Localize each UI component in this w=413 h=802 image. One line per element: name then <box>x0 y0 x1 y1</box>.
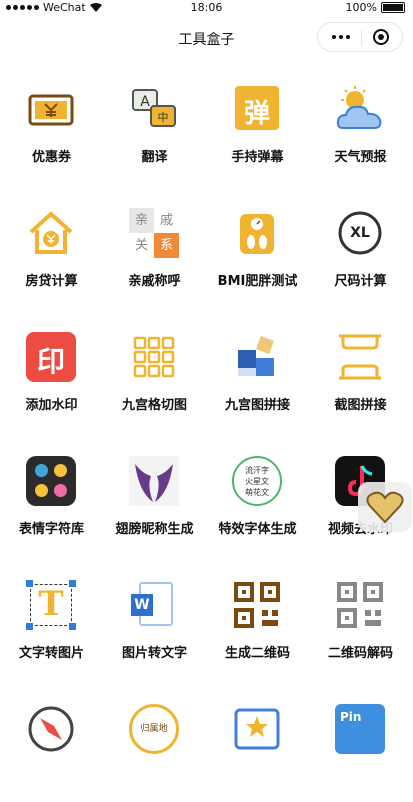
tool-label: 特效字体生成 <box>218 522 297 537</box>
tool-size[interactable]: XL 尺码计算 <box>309 186 412 306</box>
text-to-image-icon: T <box>26 580 76 630</box>
tool-label: 手持弹幕 <box>231 150 284 165</box>
tool-row: 印 添加水印 九宫格切图 九宫图拼接 截图拼接 <box>0 310 413 430</box>
tool-emoji[interactable]: 表情字符库 <box>0 434 103 554</box>
tool-label: 表情字符库 <box>18 522 84 537</box>
tool-label: 图片转文字 <box>121 646 187 661</box>
tool-label: 亲戚称呼 <box>128 274 181 289</box>
tool-qr-generate[interactable]: 生成二维码 <box>206 558 309 678</box>
capsule-divider <box>361 30 362 46</box>
more-icon[interactable] <box>332 35 350 39</box>
tool-bmi[interactable]: BMI肥胖测试 <box>206 186 309 306</box>
tool-danmu[interactable]: 弹 手持弹幕 <box>206 62 309 182</box>
miniprogram-capsule <box>317 22 403 52</box>
location-icon: 归属地 <box>129 704 179 754</box>
tool-row: 归属地 Pin <box>0 682 413 802</box>
tool-weather[interactable]: 天气预报 <box>309 62 412 182</box>
tool-row: 房贷计算 亲 戚 关 系 亲戚称呼 BMI肥胖测试 XL 尺码计算 <box>0 186 413 306</box>
qr-decode-icon <box>337 582 383 628</box>
floating-favorite-button[interactable] <box>358 482 412 532</box>
emoji-icon <box>26 456 76 506</box>
tool-row: T 文字转图片 W 图片转文字 生成二维码 二维码解码 <box>0 558 413 678</box>
image-to-text-icon: W <box>129 580 179 630</box>
tool-label: BMI肥胖测试 <box>217 274 298 289</box>
tool-nine-grid[interactable]: 九宫格切图 <box>103 310 206 430</box>
tool-house-loan[interactable]: 房贷计算 <box>0 186 103 306</box>
tool-compass[interactable] <box>0 682 103 802</box>
close-icon[interactable] <box>373 29 389 45</box>
battery-area: 100% <box>346 1 405 14</box>
tool-row: 表情字符库 翅膀昵称生成 流汗字 火星文 萌花文 特效字体生成 <box>0 434 413 554</box>
battery-level: 100% <box>345 1 377 14</box>
tool-translate[interactable]: A 中 翻译 <box>103 62 206 182</box>
house-loan-icon <box>29 211 73 254</box>
screenshot-join-icon <box>339 334 381 380</box>
heart-icon <box>366 491 404 524</box>
tool-qr-decode[interactable]: 二维码解码 <box>309 558 412 678</box>
pinyin-icon: Pin <box>335 704 385 754</box>
puzzle-icon <box>238 336 274 376</box>
watermark-icon: 印 <box>26 332 76 382</box>
tool-location[interactable]: 归属地 <box>103 682 206 802</box>
translate-icon: A 中 <box>132 89 176 127</box>
navbar: 工具盒子 <box>0 18 413 58</box>
svg-text:中: 中 <box>158 111 169 124</box>
nine-grid-icon <box>133 336 175 378</box>
weather-icon <box>336 86 382 129</box>
svg-text:XL: XL <box>350 225 370 241</box>
tool-screenshot-join[interactable]: 截图拼接 <box>309 310 412 430</box>
tool-label: 房贷计算 <box>25 274 78 289</box>
tool-relatives[interactable]: 亲 戚 关 系 亲戚称呼 <box>103 186 206 306</box>
tool-label: 截图拼接 <box>334 398 387 413</box>
bmi-scale-icon <box>240 214 274 254</box>
coupon-icon <box>28 94 74 126</box>
tool-coupon[interactable]: 优惠券 <box>0 62 103 182</box>
tool-row: 优惠券 A 中 翻译 弹 手持弹幕 天气预报 <box>0 62 413 182</box>
tool-label: 九宫格切图 <box>121 398 187 413</box>
tool-label: 尺码计算 <box>334 274 387 289</box>
tool-image-to-text[interactable]: W 图片转文字 <box>103 558 206 678</box>
svg-text:A: A <box>140 94 150 110</box>
size-icon: XL <box>338 211 382 255</box>
tool-wings[interactable]: 翅膀昵称生成 <box>103 434 206 554</box>
star-app-icon <box>234 708 280 750</box>
tool-label: 添加水印 <box>25 398 78 413</box>
tool-puzzle[interactable]: 九宫图拼接 <box>206 310 309 430</box>
wings-icon <box>129 456 179 506</box>
tool-label: 翅膀昵称生成 <box>115 522 194 537</box>
tool-pinyin[interactable]: Pin <box>309 682 412 802</box>
tool-watermark[interactable]: 印 添加水印 <box>0 310 103 430</box>
tool-label: 二维码解码 <box>327 646 393 661</box>
compass-icon <box>28 706 74 752</box>
tool-text-to-image[interactable]: T 文字转图片 <box>0 558 103 678</box>
tool-label: 天气预报 <box>334 150 387 165</box>
status-bar: WeChat 18:06 100% <box>0 0 413 16</box>
tool-label: 九宫图拼接 <box>224 398 290 413</box>
tool-label: 翻译 <box>141 150 168 165</box>
tool-label: 生成二维码 <box>224 646 290 661</box>
tool-fancy-font[interactable]: 流汗字 火星文 萌花文 特效字体生成 <box>206 434 309 554</box>
tool-label: 文字转图片 <box>18 646 84 661</box>
battery-icon <box>381 2 405 13</box>
relatives-icon: 亲 戚 关 系 <box>129 208 179 258</box>
qr-generate-icon <box>234 582 280 628</box>
danmu-icon: 弹 <box>235 86 279 130</box>
fancy-font-icon: 流汗字 火星文 萌花文 <box>232 456 282 506</box>
tool-label: 优惠券 <box>31 150 71 165</box>
tool-star-app[interactable] <box>206 682 309 802</box>
